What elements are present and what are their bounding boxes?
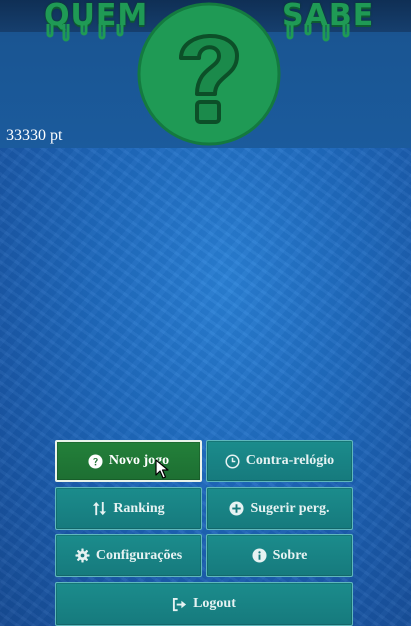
ranking-label: Ranking	[113, 500, 165, 516]
time-trial-label: Contra-relógio	[245, 453, 335, 468]
suggest-question-button[interactable]: Sugerir perg.	[206, 487, 353, 530]
gear-icon	[75, 548, 90, 563]
header-band: QUEM SABE 33330 pt	[0, 0, 411, 148]
settings-button[interactable]: Configurações	[55, 534, 202, 577]
points-counter: 33330 pt	[6, 127, 63, 144]
logout-button[interactable]: Logout	[55, 582, 353, 626]
settings-label: Configurações	[95, 547, 183, 563]
ranking-button[interactable]: Ranking	[55, 487, 202, 530]
question-mark-circle-icon	[137, 2, 281, 146]
slime-drips-left	[46, 24, 124, 42]
slime-drips-right	[286, 24, 350, 42]
question-circle-icon	[88, 453, 103, 469]
mouse-pointer-icon	[155, 459, 169, 479]
suggest-question-label: Sugerir perg.	[250, 500, 330, 516]
plus-circle-icon	[229, 501, 244, 516]
new-game-button[interactable]: Novo jogo	[55, 440, 202, 482]
clock-icon	[225, 453, 240, 469]
logout-label: Logout	[193, 596, 236, 611]
about-label: Sobre	[272, 547, 308, 563]
about-button[interactable]: Sobre	[206, 534, 353, 577]
sort-arrows-icon	[93, 501, 107, 516]
logout-icon	[173, 597, 187, 611]
time-trial-button[interactable]: Contra-relógio	[206, 440, 353, 482]
info-circle-icon	[252, 548, 267, 563]
